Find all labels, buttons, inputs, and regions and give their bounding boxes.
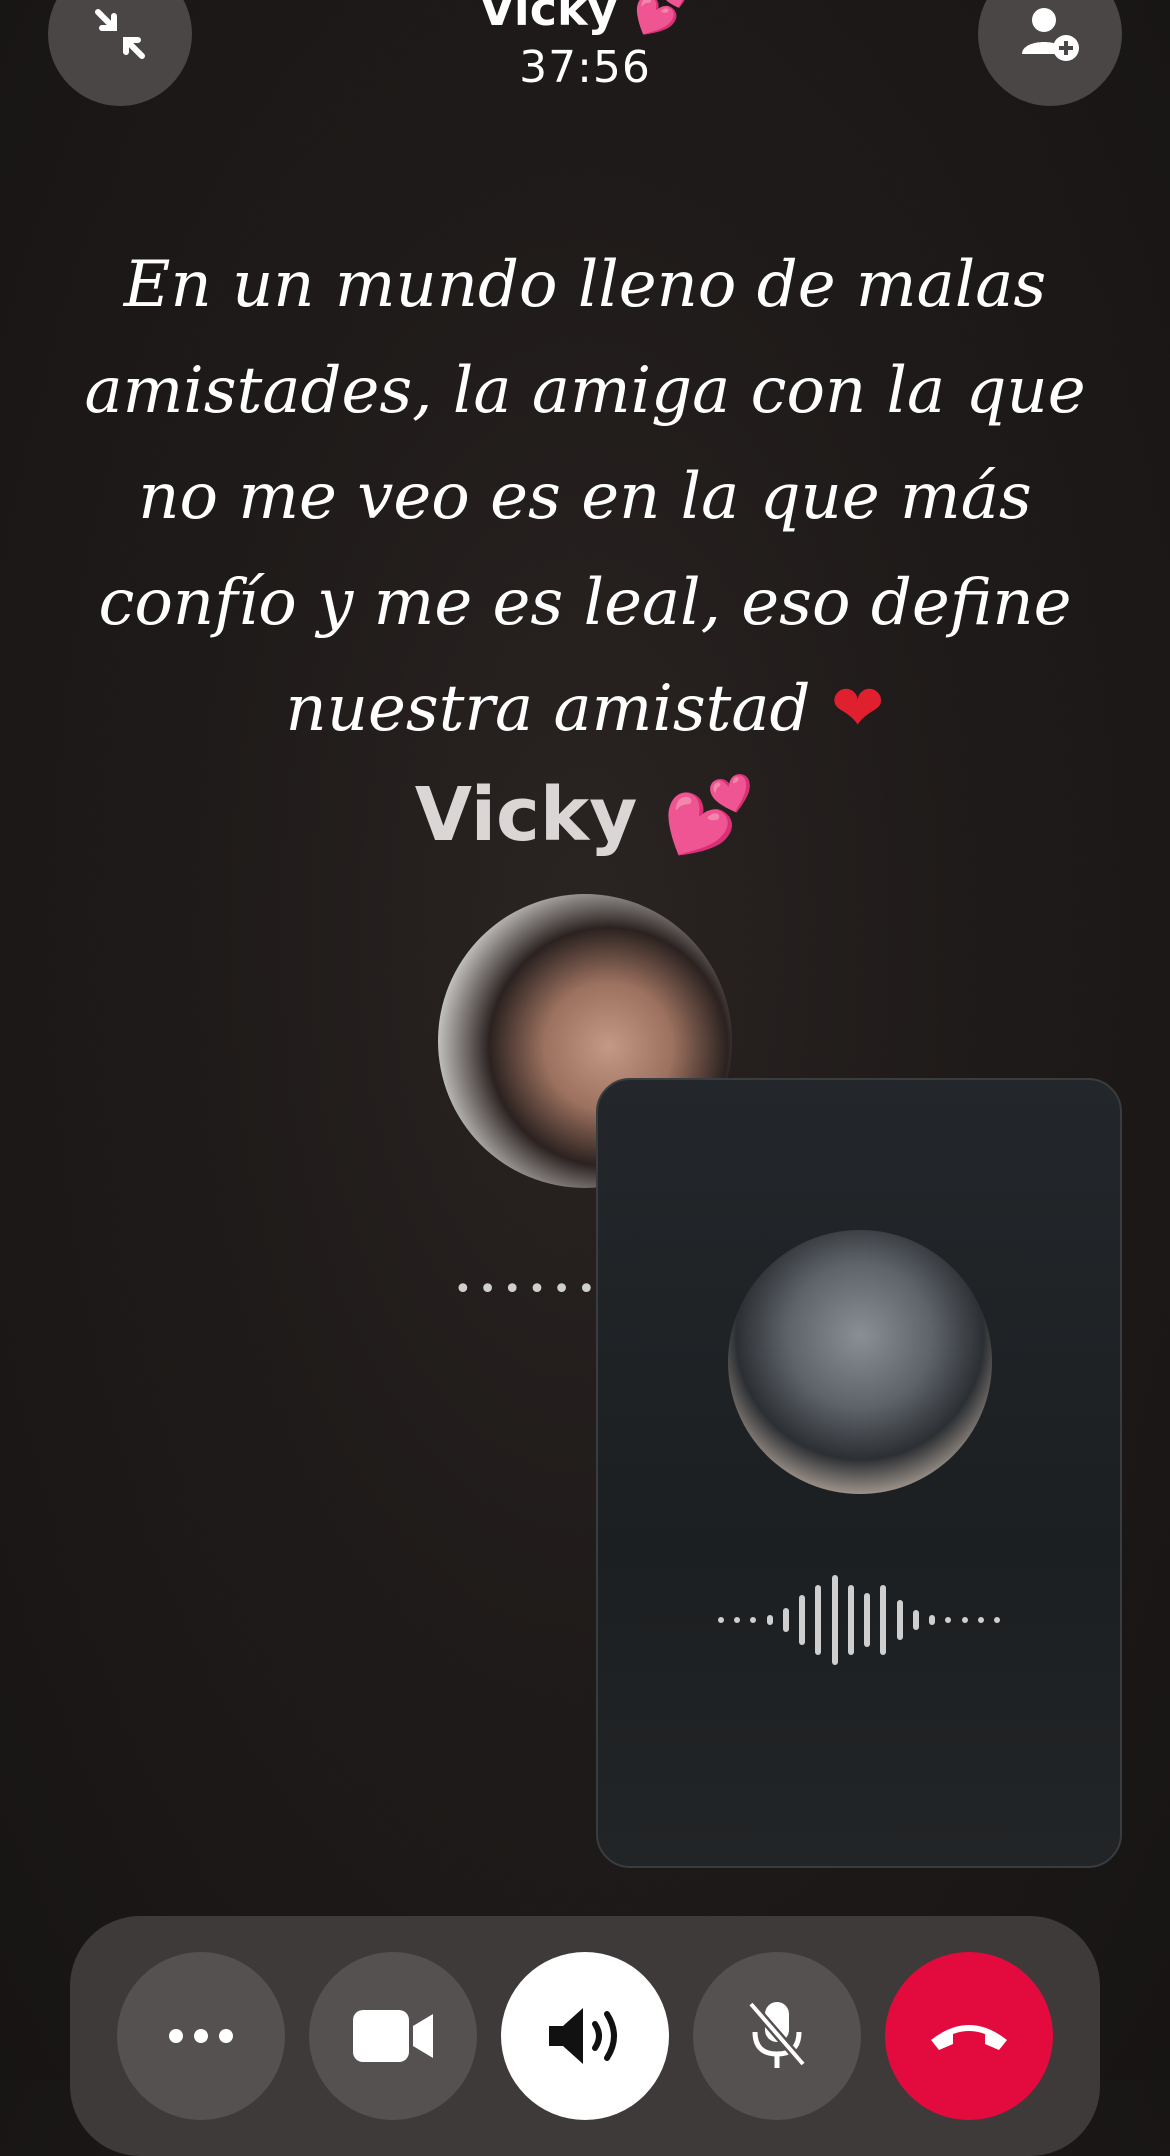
mute-button[interactable] xyxy=(693,1952,861,2120)
quote-line: En un mundo lleno de malas xyxy=(123,248,1047,322)
speaker-button[interactable] xyxy=(501,1952,669,2120)
hearts-emoji: 💕 xyxy=(663,772,756,858)
mic-off-icon xyxy=(747,2001,807,2068)
quote-line: nuestra amistad ❤ xyxy=(60,656,1110,762)
quote-line: no me veo es en la que más xyxy=(138,460,1032,534)
add-person-icon xyxy=(1022,8,1079,61)
more-button[interactable] xyxy=(117,1952,285,2120)
end-call-button[interactable] xyxy=(885,1952,1053,2120)
quote-line: amistades, la amiga con la que xyxy=(84,354,1086,428)
quote-line-text: nuestra amistad xyxy=(285,672,811,746)
heart-emoji: ❤ xyxy=(830,672,885,746)
caller-name-text: Vicky xyxy=(414,772,638,858)
end-call-icon xyxy=(931,2025,1007,2050)
status-quote: En un mundo lleno de malas amistades, la… xyxy=(60,232,1110,762)
video-button[interactable] xyxy=(309,1952,477,2120)
more-dots-icon xyxy=(169,2029,233,2043)
self-view-panel[interactable] xyxy=(596,1078,1122,1868)
video-camera-icon xyxy=(353,2010,433,2062)
speaker-icon xyxy=(549,2008,617,2064)
caller-name: Vicky 💕 xyxy=(0,772,1170,859)
audio-waveform-icon xyxy=(718,1570,1000,1670)
self-avatar xyxy=(728,1230,992,1494)
quote-line: confío y me es leal, eso define xyxy=(98,566,1072,640)
